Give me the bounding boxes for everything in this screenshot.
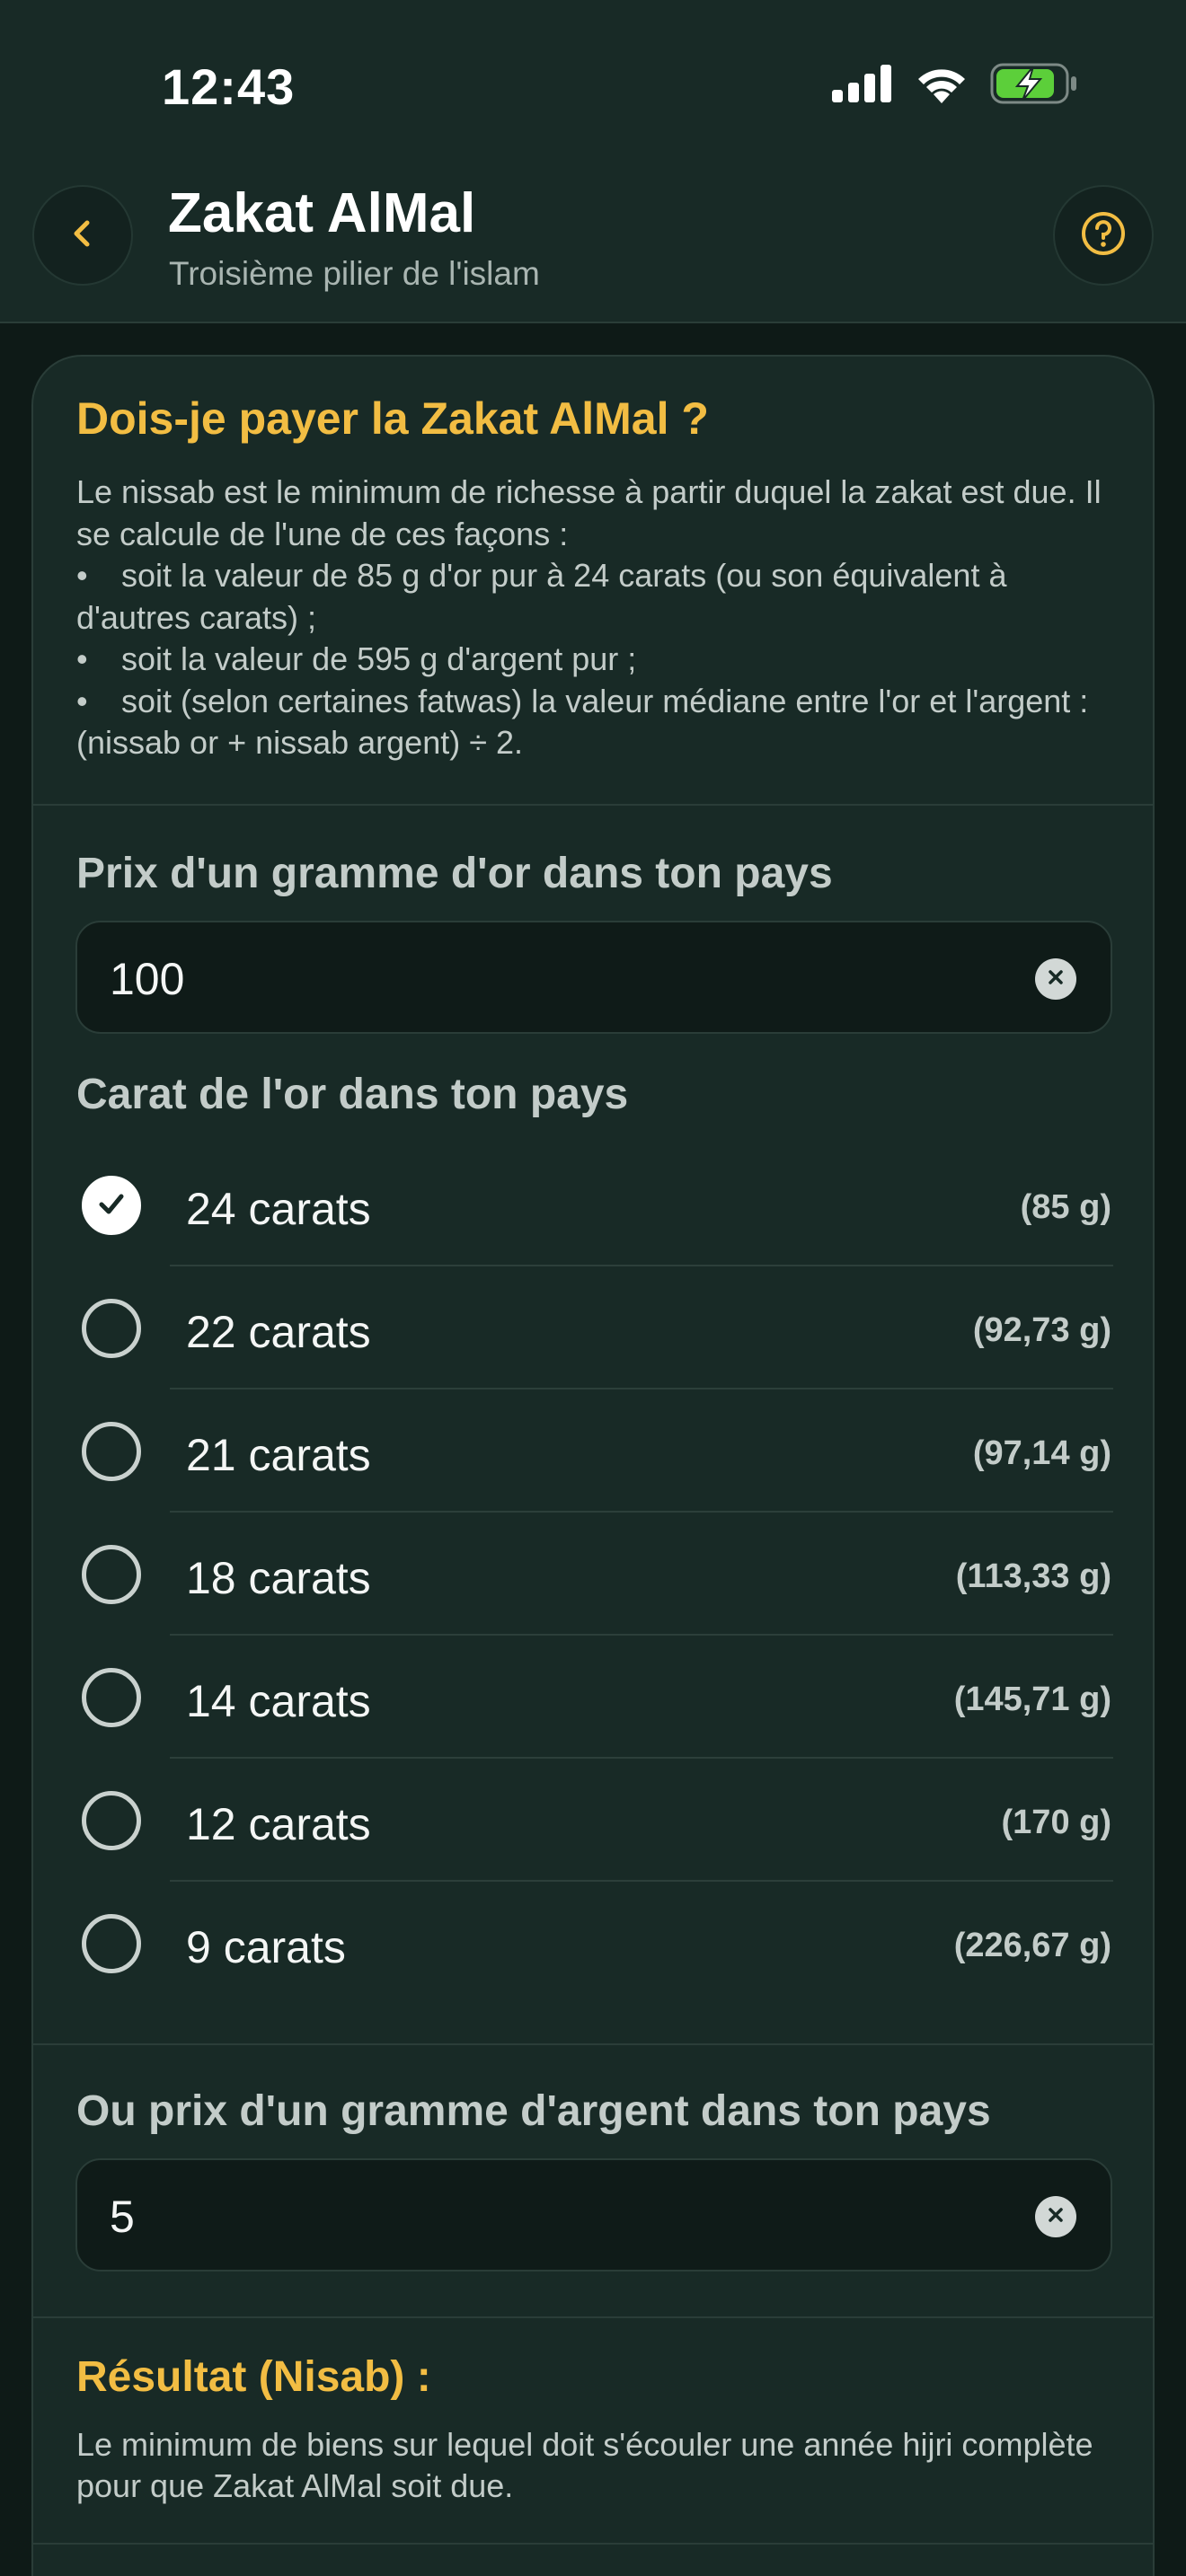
back-button[interactable] xyxy=(32,185,133,286)
carat-option-label: 9 carats xyxy=(186,1922,346,1972)
gold-section: Prix d'un gramme d'or dans ton pays 100 … xyxy=(33,806,1153,2043)
silver-price-input[interactable]: 5 xyxy=(75,2158,1112,2272)
carat-option-label: 18 carats xyxy=(186,1553,371,1603)
result-description: Le minimum de biens sur lequel doit s'éc… xyxy=(76,2426,1093,2504)
carat-option-weight: (145,71 g) xyxy=(953,1681,1111,1718)
carat-option-label: 14 carats xyxy=(186,1676,371,1726)
close-icon xyxy=(1045,966,1067,992)
carat-option[interactable]: 12 carats (170 g) xyxy=(33,1759,1153,1882)
carat-option-weight: (113,33 g) xyxy=(955,1557,1111,1595)
intro-text: Le nissab est le minimum de richesse à p… xyxy=(76,472,1128,764)
silver-price-value: 5 xyxy=(110,2192,135,2242)
carat-option-weight: (85 g) xyxy=(1020,1188,1111,1226)
carat-option-weight: (170 g) xyxy=(1001,1804,1111,1841)
section-divider xyxy=(33,2543,1153,2545)
status-icons xyxy=(832,63,1078,108)
carat-option[interactable]: 24 carats (85 g) xyxy=(33,1143,1153,1266)
intro-bullet: • soit la valeur de 85 g d'or pur à 24 ca… xyxy=(76,557,1007,636)
zakat-calculator-card: Dois-je payer la Zakat AlMal ? Le nissab… xyxy=(31,355,1155,2576)
gold-price-label: Prix d'un gramme d'or dans ton pays xyxy=(76,850,833,897)
carat-label: Carat de l'or dans ton pays xyxy=(76,1071,629,1118)
carat-option-label: 22 carats xyxy=(186,1307,371,1357)
page-subtitle: Troisième pilier de l'islam xyxy=(169,255,540,292)
silver-section: Ou prix d'un gramme d'argent dans ton pa… xyxy=(33,2045,1153,2316)
carat-option-label: 21 carats xyxy=(186,1430,371,1480)
question-mark-icon xyxy=(1080,210,1127,261)
navigation-header: Zakat AlMal Troisième pilier de l'islam xyxy=(0,162,1186,323)
carat-option[interactable]: 14 carats (145,71 g) xyxy=(33,1636,1153,1759)
clear-silver-price-button[interactable] xyxy=(1035,2196,1076,2237)
radio-unchecked[interactable] xyxy=(82,1422,141,1481)
radio-unchecked[interactable] xyxy=(82,1299,141,1358)
gold-price-value: 100 xyxy=(110,954,185,1004)
radio-checked[interactable] xyxy=(82,1176,141,1235)
carat-option[interactable]: 18 carats (113,33 g) xyxy=(33,1513,1153,1636)
help-button[interactable] xyxy=(1053,185,1154,286)
carat-option-label: 12 carats xyxy=(186,1799,371,1849)
wifi-icon xyxy=(915,64,969,108)
page-title: Zakat AlMal xyxy=(168,182,476,244)
battery-charging-icon xyxy=(990,63,1078,109)
radio-unchecked[interactable] xyxy=(82,1545,141,1604)
status-time: 12:43 xyxy=(162,58,296,115)
app-screen: 12:43 Zakat AlMal Troisième pilier de l'… xyxy=(0,0,1186,2576)
carat-option-weight: (97,14 g) xyxy=(972,1434,1111,1472)
close-icon xyxy=(1045,2204,1067,2230)
carat-option[interactable]: 22 carats (92,73 g) xyxy=(33,1266,1153,1389)
carat-option-label: 24 carats xyxy=(186,1184,371,1234)
radio-unchecked[interactable] xyxy=(82,1791,141,1850)
carat-option[interactable]: 21 carats (97,14 g) xyxy=(33,1389,1153,1513)
result-title: Résultat (Nisab) : xyxy=(76,2353,431,2401)
status-bar: 12:43 xyxy=(0,0,1186,162)
radio-unchecked[interactable] xyxy=(82,1914,141,1973)
cellular-signal-icon xyxy=(832,64,893,107)
intro-paragraph: Le nissab est le minimum de richesse à p… xyxy=(76,473,1102,552)
intro-bullet: • soit la valeur de 595 g d'argent pur ; xyxy=(76,640,637,677)
carat-option-weight: (226,67 g) xyxy=(953,1927,1111,1964)
intro-title: Dois-je payer la Zakat AlMal ? xyxy=(76,393,709,444)
gold-price-input[interactable]: 100 xyxy=(75,921,1112,1034)
checkmark-icon xyxy=(93,1186,129,1226)
carat-option-weight: (92,73 g) xyxy=(972,1311,1111,1349)
clear-gold-price-button[interactable] xyxy=(1035,958,1076,1000)
carat-option[interactable]: 9 carats (226,67 g) xyxy=(33,1882,1153,2005)
result-section: Résultat (Nisab) : Le minimum de biens s… xyxy=(33,2318,1153,2543)
silver-price-label: Ou prix d'un gramme d'argent dans ton pa… xyxy=(76,2087,991,2135)
chevron-left-icon xyxy=(65,216,101,256)
radio-unchecked[interactable] xyxy=(82,1668,141,1727)
intro-section: Dois-je payer la Zakat AlMal ? Le nissab… xyxy=(33,357,1153,804)
intro-bullet: • soit (selon certaines fatwas) la valeur… xyxy=(76,682,1089,762)
